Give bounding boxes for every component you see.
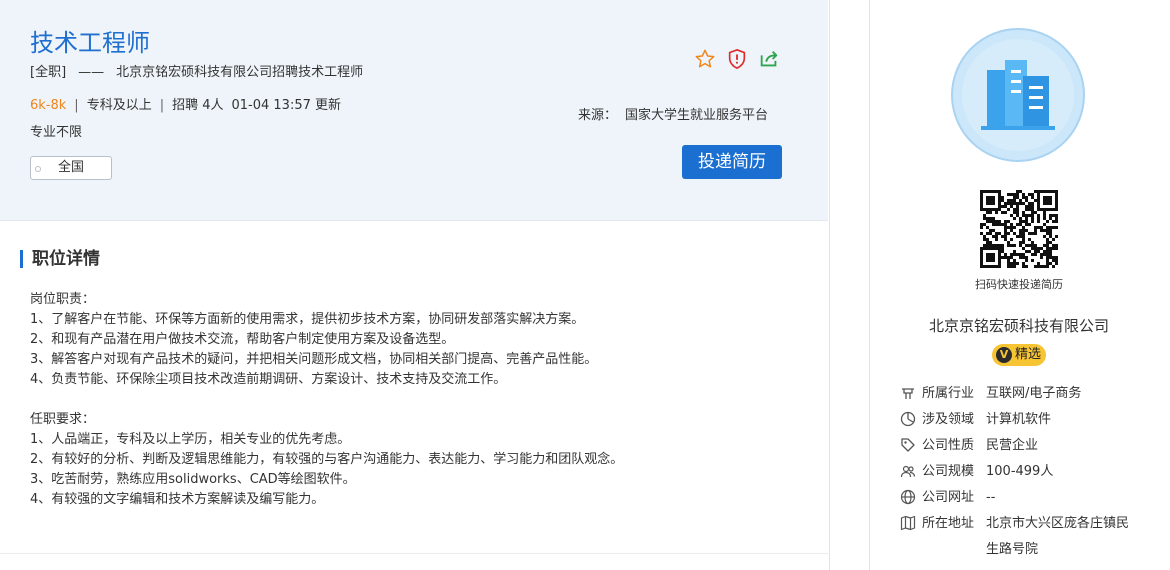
- action-icons: [694, 48, 784, 74]
- badge-label: 精选: [1015, 347, 1042, 362]
- company-logo[interactable]: [951, 28, 1085, 162]
- job-meta: 6k-8k | 专科及以上 | 招聘 4人 01-04 13:57 更新: [30, 97, 341, 115]
- source-label: 来源：: [578, 108, 618, 123]
- separator: |: [159, 98, 165, 113]
- job-subtitle: 北京京铭宏硕科技有限公司招聘技术工程师: [116, 65, 364, 80]
- share-icon[interactable]: [758, 48, 782, 72]
- desc-line: 1、人品端正，专科及以上学历，相关专业的优先考虑。: [30, 432, 351, 447]
- apply-button[interactable]: 投递简历: [682, 145, 782, 179]
- source-value: 国家大学生就业服务平台: [625, 108, 769, 123]
- separator: |: [74, 98, 79, 113]
- desc-line: 岗位职责：: [30, 292, 96, 307]
- job-type: [全职]: [30, 65, 67, 80]
- shield-icon[interactable]: [726, 48, 750, 72]
- updated-time: 01-04 13:57 更新: [231, 98, 342, 113]
- domain-icon: [900, 411, 916, 427]
- desc-line: 2、有较好的分析、判断及逻辑思维能力，有较强的与客户沟通能力、表达能力、学习能力…: [30, 452, 624, 467]
- job-header: 技术工程师 [全职] —— 北京京铭宏硕科技有限公司招聘技术工程师 6k-8k | 专科…: [0, 0, 828, 221]
- featured-badge: V 精选: [992, 344, 1046, 366]
- job-description: 岗位职责： 1、了解客户在节能、环保等方面新的使用需求，提供初步技术方案，协同研…: [30, 290, 623, 510]
- globe-icon: [900, 489, 916, 505]
- info-value: 北京市大兴区庞各庄镇民生路号院: [986, 516, 1130, 557]
- company-panel: 扫码快速投递简历 北京京铭宏硕科技有限公司 V 精选 所属行业 互联网/电子商务 …: [869, 0, 1170, 570]
- salary: 6k-8k: [30, 98, 67, 113]
- info-key: 涉及领域: [922, 412, 975, 427]
- job-detail-panel: 技术工程师 [全职] —— 北京京铭宏硕科技有限公司招聘技术工程师 6k-8k | 专科…: [0, 0, 830, 570]
- info-key: 所在地址: [922, 516, 975, 531]
- desc-line: 1、了解客户在节能、环保等方面新的使用需求，提供初步技术方案，协同研发部落实解决…: [30, 312, 585, 327]
- education: 专科及以上: [86, 98, 152, 113]
- divider: [0, 553, 828, 554]
- info-key: 公司性质: [922, 438, 975, 453]
- headcount: 招聘 4人: [172, 98, 224, 113]
- info-key: 所属行业: [922, 386, 975, 401]
- qr-code: [980, 190, 1058, 268]
- info-row-nature: 公司性质 民营企业: [900, 436, 1170, 462]
- section-heading: 职位详情: [20, 248, 100, 270]
- tag-icon: [900, 437, 916, 453]
- desc-line: 4、有较强的文字编辑和技术方案解读及编写能力。: [30, 492, 325, 507]
- info-row-size: 公司规模 100-499人: [900, 462, 1170, 488]
- dash-separator: ——: [78, 65, 105, 80]
- info-row-industry: 所属行业 互联网/电子商务: [900, 384, 1170, 410]
- info-key: 公司规模: [922, 464, 975, 479]
- desc-line: [30, 390, 623, 410]
- badge-v-icon: V: [996, 347, 1012, 363]
- info-value: 100-499人: [986, 464, 1054, 479]
- major-requirement: 专业不限: [30, 125, 83, 140]
- people-icon: [900, 463, 916, 479]
- info-value: 计算机软件: [986, 412, 1052, 427]
- star-icon[interactable]: [694, 48, 718, 72]
- desc-line: 2、和现有产品潜在用户做技术交流，帮助客户制定使用方案及设备选型。: [30, 332, 455, 347]
- info-row-domain: 涉及领域 计算机软件: [900, 410, 1170, 436]
- desc-line: 3、解答客户对现有产品技术的疑问，并把相关问题形成文档，协同相关部门提高、完善产…: [30, 352, 598, 367]
- info-row-address: 所在地址 北京市大兴区庞各庄镇民生路号院: [900, 514, 1170, 566]
- region-tag: 全国: [30, 156, 112, 180]
- industry-icon: [900, 385, 916, 401]
- info-value: --: [986, 490, 996, 505]
- desc-line: 4、负责节能、环保除尘项目技术改造前期调研、方案设计、技术支持及交流工作。: [30, 372, 507, 387]
- job-title: 技术工程师: [30, 29, 150, 57]
- info-key: 公司网址: [922, 490, 975, 505]
- qr-caption: 扫码快速投递简历: [975, 278, 1063, 291]
- desc-line: 3、吃苦耐劳，熟练应用solidworks、CAD等绘图软件。: [30, 472, 356, 487]
- info-value: 民营企业: [986, 438, 1039, 453]
- map-icon: [900, 515, 916, 531]
- company-name[interactable]: 北京京铭宏硕科技有限公司: [870, 315, 1168, 336]
- desc-line: 任职要求：: [30, 412, 96, 427]
- job-subtitle-line: [全职] —— 北京京铭宏硕科技有限公司招聘技术工程师: [30, 64, 363, 82]
- info-value: 互联网/电子商务: [986, 386, 1082, 401]
- job-source: 来源： 国家大学生就业服务平台: [578, 104, 768, 123]
- company-info: 所属行业 互联网/电子商务 涉及领域 计算机软件 公司性质 民营企业 公司规模 …: [900, 384, 1170, 566]
